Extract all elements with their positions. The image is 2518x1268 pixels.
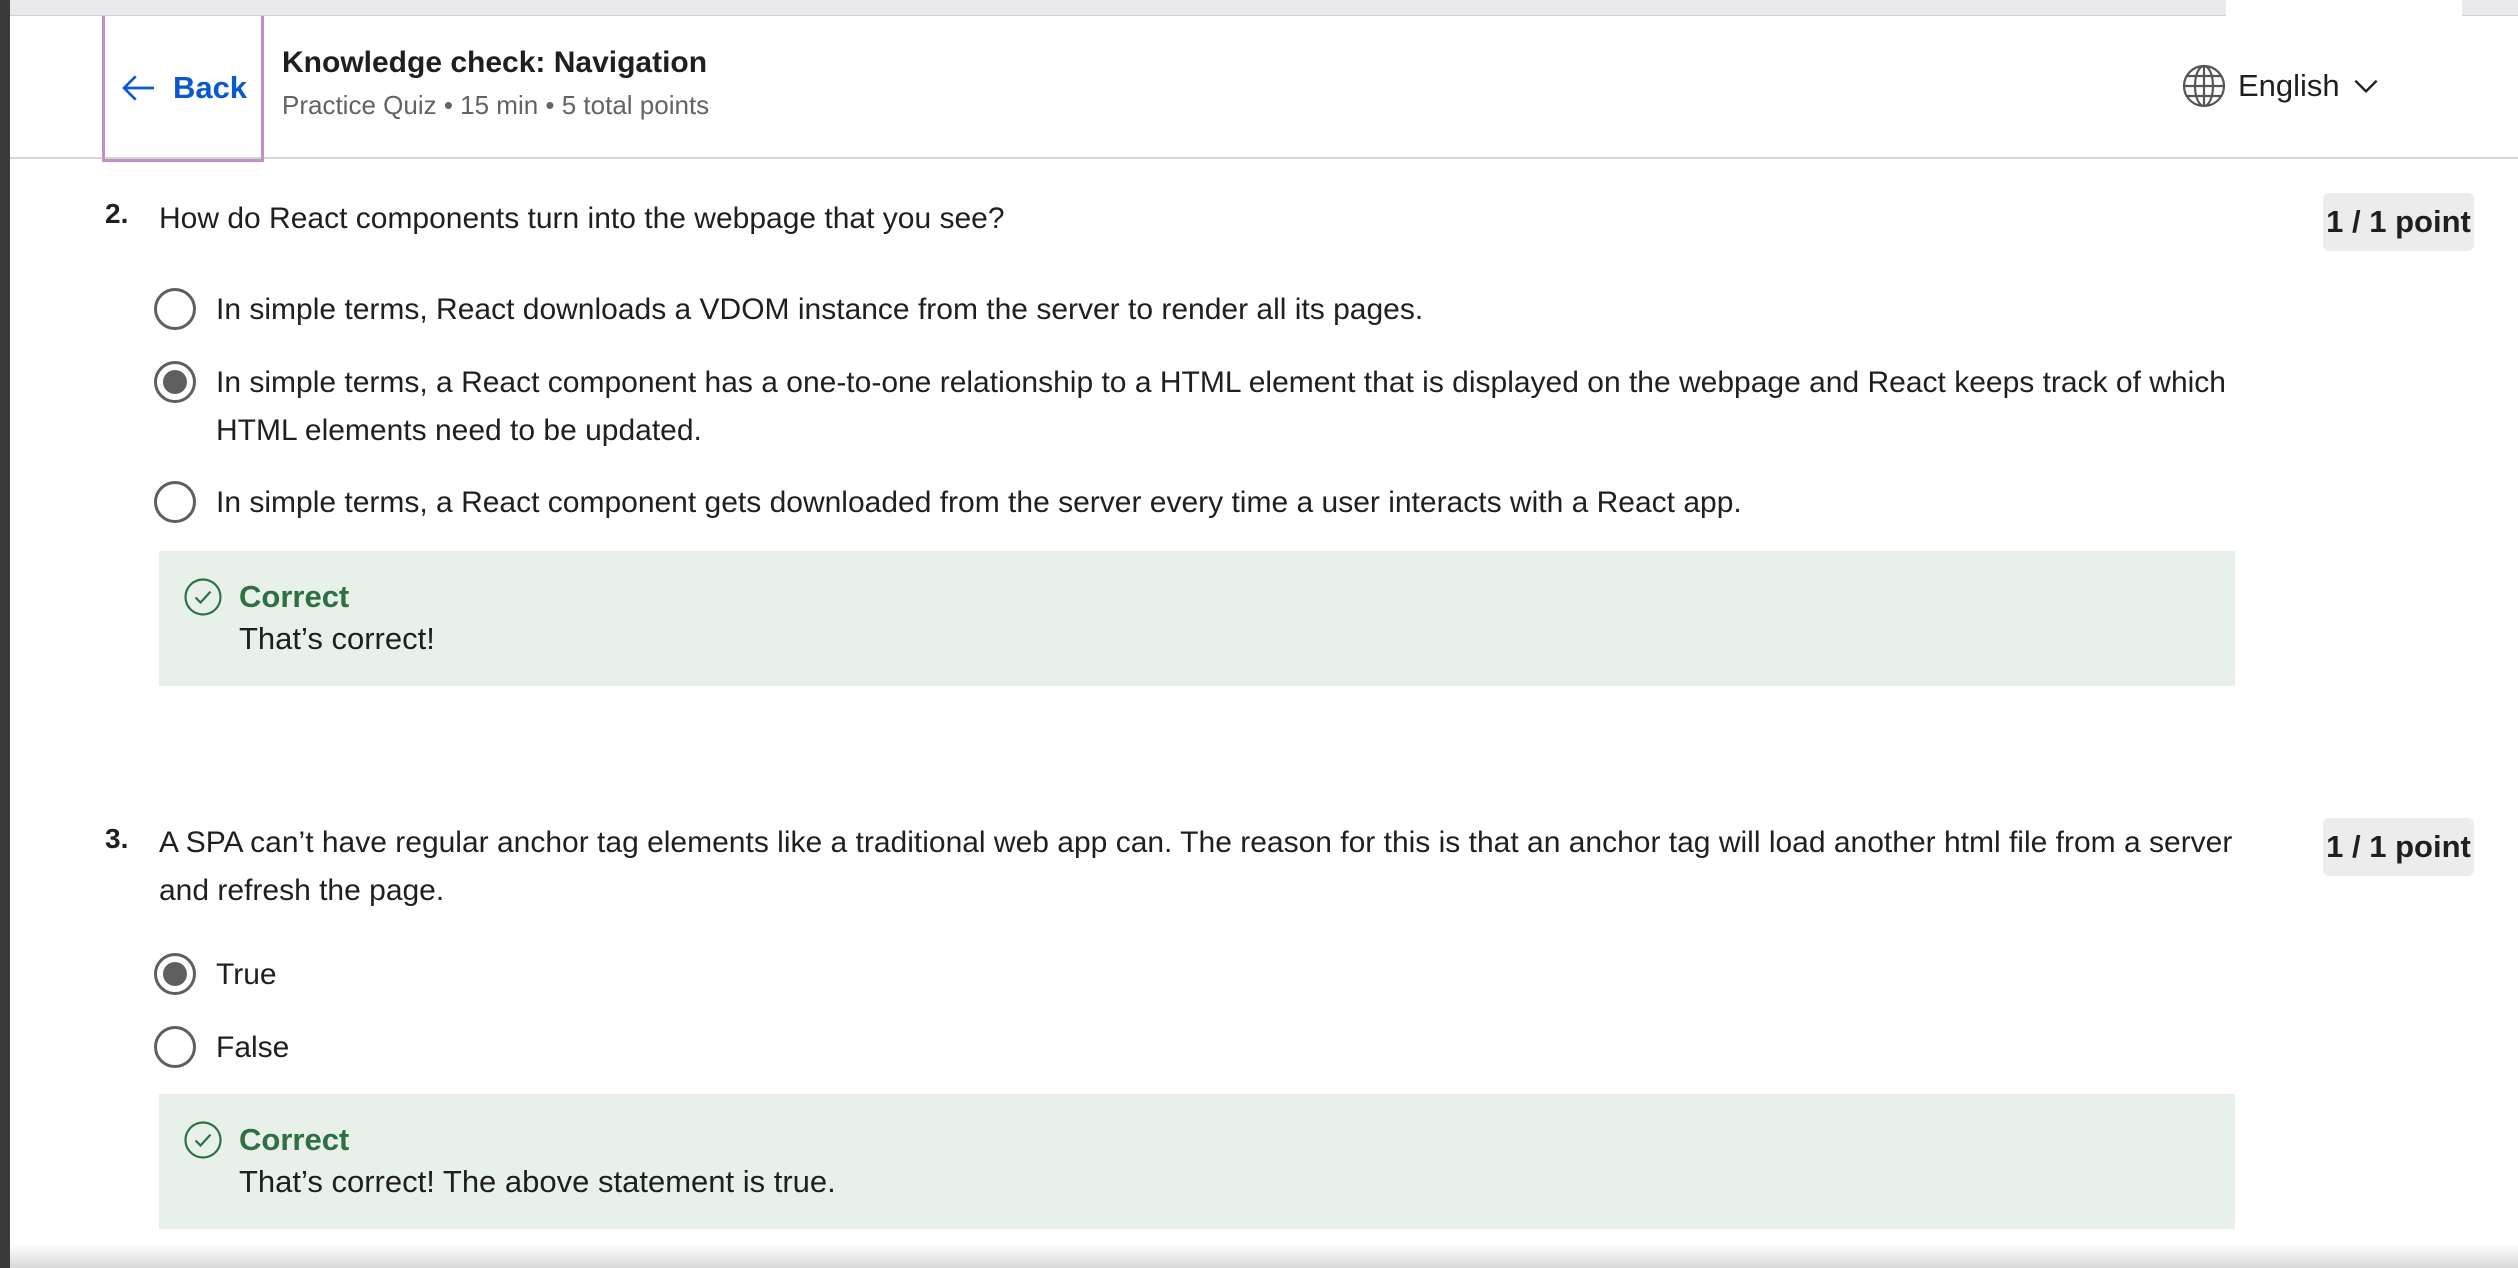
points-badge: 1 / 1 point [2323, 818, 2474, 876]
points-badge: 1 / 1 point [2323, 193, 2474, 251]
radio-button[interactable] [154, 1026, 196, 1068]
answer-option[interactable]: In simple terms, React downloads a VDOM … [154, 286, 2234, 334]
browser-tab-strip [10, 0, 2518, 16]
chevron-down-icon [2354, 79, 2378, 94]
option-label: In simple terms, a React component has a… [216, 366, 2226, 447]
question-number: 3. [105, 823, 129, 854]
radio-button-selected[interactable] [154, 953, 196, 995]
bottom-shadow [10, 1244, 2518, 1268]
language-label: English [2238, 68, 2340, 103]
radio-button[interactable] [154, 481, 196, 523]
question-text: A SPA can’t have regular anchor tag elem… [159, 826, 2233, 907]
option-label: False [216, 1031, 290, 1064]
radio-button[interactable] [154, 288, 196, 330]
active-browser-tab[interactable] [2226, 0, 2462, 16]
feedback-title: Correct [239, 579, 350, 614]
back-label: Back [172, 69, 248, 105]
check-circle-icon [184, 1121, 222, 1159]
feedback-message: That’s correct! [239, 621, 435, 656]
language-selector[interactable]: English [2180, 62, 2382, 110]
check-circle-icon [184, 578, 222, 616]
page-title: Knowledge check: Navigation [282, 46, 708, 79]
sidebar-edge [0, 0, 10, 1268]
answer-option[interactable]: False [154, 1024, 289, 1072]
answer-option-selected[interactable]: In simple terms, a React component has a… [154, 359, 2234, 455]
radio-button-selected[interactable] [154, 361, 196, 403]
answer-option[interactable]: In simple terms, a React component gets … [154, 479, 2234, 527]
feedback-title: Correct [239, 1122, 350, 1157]
answer-option-selected[interactable]: True [154, 951, 277, 999]
feedback-panel: Correct That’s correct! The above statem… [159, 1094, 2235, 1229]
question-number: 2. [105, 198, 129, 229]
option-label: In simple terms, React downloads a VDOM … [216, 293, 1424, 326]
option-label: True [216, 958, 277, 991]
question-text: How do React components turn into the we… [159, 202, 1005, 235]
back-button[interactable]: Back [102, 16, 264, 162]
option-label: In simple terms, a React component gets … [216, 486, 1742, 519]
feedback-message: That’s correct! The above statement is t… [239, 1164, 836, 1199]
quiz-metadata: Practice Quiz • 15 min • 5 total points [282, 90, 710, 120]
feedback-panel: Correct That’s correct! [159, 551, 2235, 686]
quiz-header: Back Knowledge check: Navigation Practic… [10, 16, 2518, 162]
arrow-left-icon [122, 74, 154, 101]
globe-icon [2182, 64, 2226, 108]
